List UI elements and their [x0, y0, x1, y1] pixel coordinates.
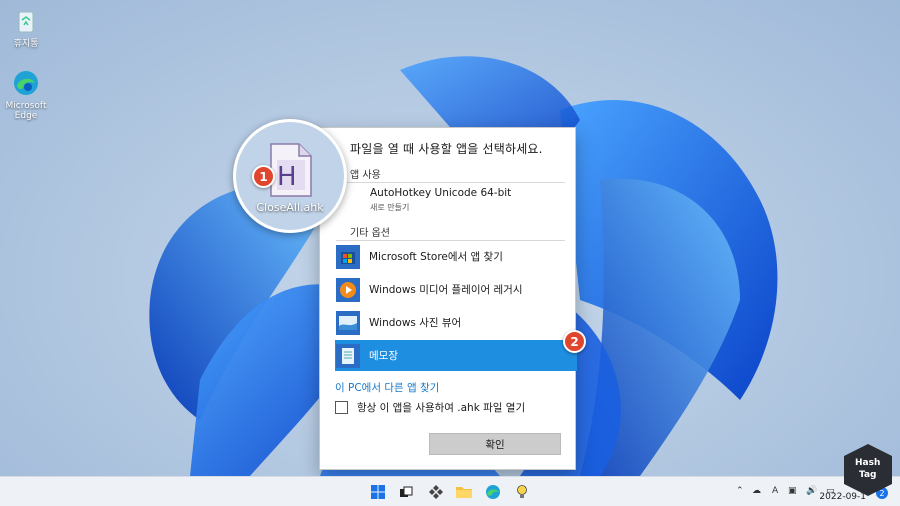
tray-chevron-icon[interactable]: ⌃: [736, 486, 744, 496]
widgets-icon[interactable]: [427, 484, 445, 500]
app-option-photo-viewer[interactable]: Windows 사진 뷰어: [335, 307, 577, 338]
edge-icon[interactable]: [484, 484, 502, 500]
edge-icon: [11, 68, 41, 98]
desktop-icon-recycle-bin[interactable]: 휴지통: [0, 6, 52, 49]
other-section-heading: 기타 옵션: [350, 228, 390, 239]
hashtag-watermark: Hash Tag: [840, 442, 896, 498]
start-icon[interactable]: [369, 484, 387, 500]
always-use-checkbox[interactable]: [335, 401, 348, 414]
autohotkey-glyph: H: [277, 162, 297, 192]
file-name-label: CloseAll.ahk: [256, 201, 324, 214]
current-app-subtitle: 새로 만들기: [370, 203, 410, 212]
step-badge-1: 1: [252, 165, 275, 188]
current-section-heading: 앱 사용: [350, 170, 381, 181]
watermark-line2: Tag: [859, 470, 877, 480]
app-option-label: Windows 사진 뷰어: [369, 317, 462, 329]
media-player-icon: [335, 277, 361, 303]
onedrive-icon[interactable]: ☁: [752, 486, 761, 496]
recycle-bin-icon: [11, 6, 41, 36]
current-app-item[interactable]: AutoHotkey Unicode 64-bit 새로 만들기: [370, 187, 511, 213]
taskbar: ⌃ ☁ A ▣ 🔊 ▭ 오 2022-09-1 2: [0, 476, 900, 506]
app-option-store[interactable]: Microsoft Store에서 앱 찾기: [335, 241, 577, 272]
dialog-title: 파일을 열 때 사용할 앱을 선택하세요.: [350, 142, 543, 156]
section-divider: [336, 182, 565, 183]
task-view-icon[interactable]: [397, 484, 415, 500]
app-option-media-player[interactable]: Windows 미디어 플레이어 레거시: [335, 274, 577, 305]
photo-viewer-icon: [335, 310, 361, 336]
file-magnifier: H CloseAll.ahk: [233, 119, 347, 233]
app-option-notepad[interactable]: 메모장: [335, 340, 577, 371]
app-option-label: 메모장: [369, 350, 398, 362]
watermark-line1: Hash: [855, 458, 881, 468]
always-use-label: 항상 이 앱을 사용하여 .ahk 파일 열기: [357, 402, 526, 414]
notepad-icon: [335, 343, 361, 369]
desktop-icon-label: 휴지통: [13, 39, 39, 49]
store-icon: [335, 244, 361, 270]
ime-icon[interactable]: A: [772, 486, 778, 496]
always-use-option[interactable]: 항상 이 앱을 사용하여 .ahk 파일 열기: [335, 400, 525, 415]
autohotkey-icon[interactable]: [513, 484, 531, 500]
volume-icon[interactable]: 🔊: [806, 486, 817, 496]
open-with-dialog: 파일을 열 때 사용할 앱을 선택하세요. 앱 사용 AutoHotkey Un…: [319, 127, 577, 470]
more-apps-link[interactable]: 이 PC에서 다른 앱 찾기: [335, 380, 439, 395]
file-explorer-icon[interactable]: [455, 484, 473, 500]
current-app-name: AutoHotkey Unicode 64-bit: [370, 187, 512, 199]
step-badge-2: 2: [563, 330, 586, 353]
desktop-icon-label: Microsoft Edge: [5, 101, 47, 121]
app-option-label: Windows 미디어 플레이어 레거시: [369, 284, 523, 296]
app-option-label: Microsoft Store에서 앱 찾기: [369, 251, 503, 263]
ok-button[interactable]: 확인: [429, 433, 561, 455]
display-icon[interactable]: ▣: [788, 486, 797, 496]
desktop-icon-edge[interactable]: Microsoft Edge: [0, 68, 52, 121]
